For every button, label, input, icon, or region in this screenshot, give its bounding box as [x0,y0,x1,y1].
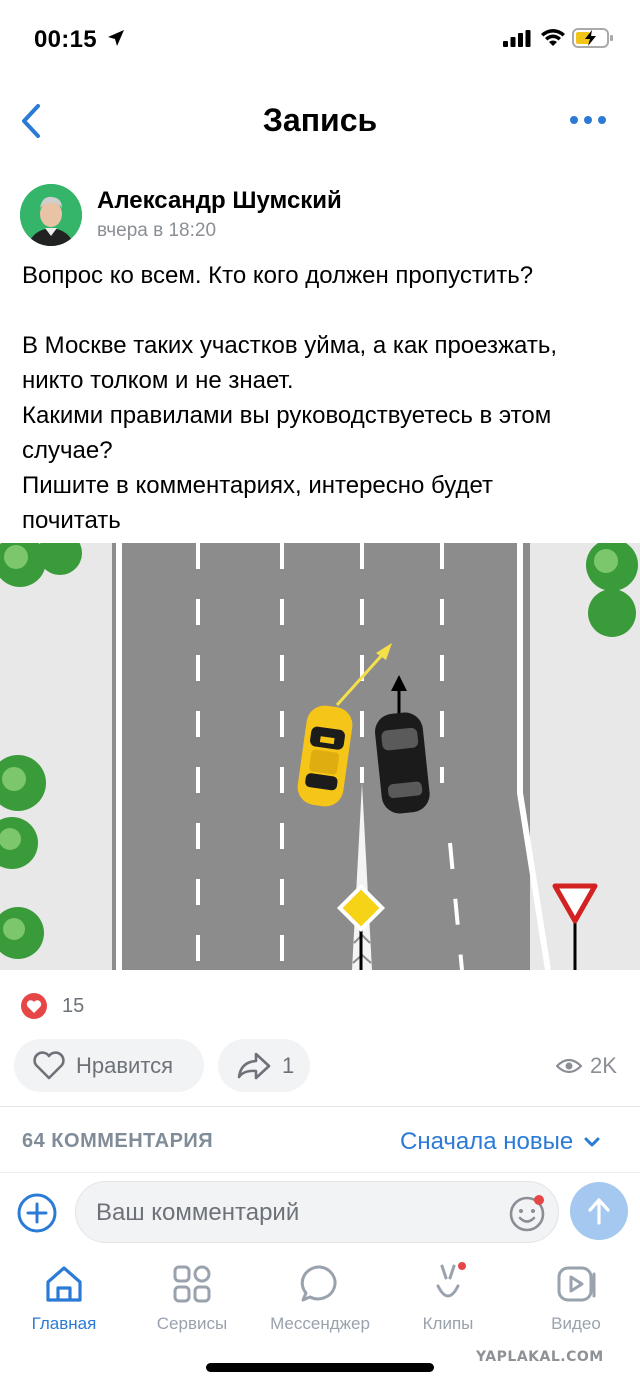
top-nav-bar: Запись [0,80,640,164]
video-icon [557,1266,596,1302]
post-text-gap [22,293,622,328]
post-text-line: почитать [22,507,121,534]
heart-outline-icon [33,1050,65,1079]
add-attachment-icon[interactable] [16,1192,58,1234]
like-label: Нравится [76,1052,174,1078]
messenger-icon [300,1265,337,1302]
sort-label: Сначала новые [400,1128,574,1155]
arrow-up-icon [588,1198,610,1225]
status-bar: 00:15 [0,0,640,80]
tab-messenger[interactable]: Мессенджер [256,1262,384,1342]
tab-label: Сервисы [156,1314,228,1333]
location-arrow-icon [108,30,124,46]
views-count: 2K [590,1053,617,1078]
chevron-down-icon [584,1137,600,1147]
reactions-count[interactable]: 15 [62,995,84,1018]
home-indicator[interactable] [206,1363,434,1372]
sort-comments-dropdown[interactable]: Сначала новые [400,1128,601,1156]
share-count: 1 [282,1052,295,1078]
comment-composer: Ваш комментарий [0,1172,640,1252]
post-text-line: Какими правилами вы руководствуетесь в э… [22,402,552,429]
tab-label: Мессенджер [270,1314,370,1333]
wifi-icon [541,29,565,46]
send-button[interactable] [570,1182,628,1240]
watermark: YAPLAKAL.COM [476,1349,604,1365]
heart-reaction-icon[interactable] [20,992,48,1020]
views-counter: 2K [556,1053,617,1079]
share-arrow-icon [237,1052,271,1079]
more-horizontal-icon[interactable] [568,114,608,126]
comments-count: 64 КОММЕНТАРИЯ [22,1130,214,1152]
post-text: Вопрос ко всем. Кто кого должен пропусти… [22,258,622,538]
tab-services[interactable]: Сервисы [128,1262,256,1342]
avatar-portrait-image [20,184,82,246]
battery-charging-icon [572,28,613,48]
post-timestamp: вчера в 18:20 [97,220,217,241]
page-title: Запись [262,102,378,138]
services-grid-icon [173,1265,211,1303]
emoji-smile-icon[interactable] [508,1194,546,1232]
tab-label: Главная [31,1314,97,1333]
status-time: 00:15 [34,26,97,53]
post-text-line: никто толком и не знает. [22,367,294,394]
like-button[interactable]: Нравится [14,1039,204,1092]
post-image-road-diagram[interactable] [0,543,640,970]
divider [0,1106,640,1107]
post-text-line: случае? [22,437,113,464]
comment-input[interactable]: Ваш комментарий [75,1181,559,1243]
tab-clips[interactable]: Клипы [384,1262,512,1342]
post-text-line: В Москве таких участков уйма, а как прое… [22,332,558,359]
avatar[interactable] [20,184,82,246]
clips-icon [436,1262,466,1298]
share-button[interactable]: 1 [218,1039,310,1092]
tab-label: Видео [551,1314,601,1333]
tab-home[interactable]: Главная [0,1262,128,1342]
comment-placeholder: Ваш комментарий [96,1199,300,1226]
post-text-line: Вопрос ко всем. Кто кого должен пропусти… [22,262,534,289]
home-icon [46,1266,82,1302]
signal-icon [503,30,531,47]
tab-label: Клипы [422,1314,474,1333]
author-name[interactable]: Александр Шумский [97,187,342,215]
post-text-line: Пишите в комментариях, интересно будет [22,472,494,499]
eye-icon [556,1058,582,1074]
tab-video[interactable]: Видео [512,1262,640,1342]
